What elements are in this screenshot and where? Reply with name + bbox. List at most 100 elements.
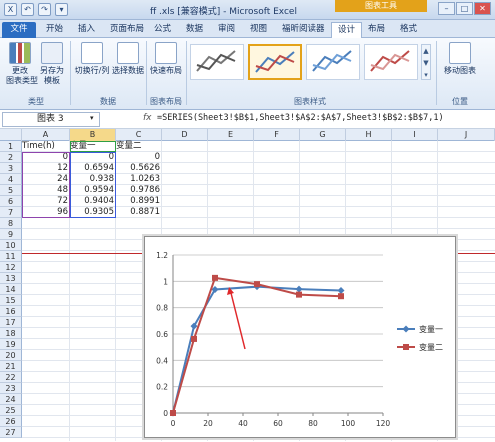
table-cell[interactable]: 0.8871: [116, 207, 162, 218]
table-header-cell[interactable]: 变量二: [116, 141, 162, 152]
tab-formulas[interactable]: 公式: [148, 22, 177, 38]
row-header[interactable]: 5: [0, 185, 22, 196]
chart-style-option[interactable]: [364, 44, 418, 80]
close-button[interactable]: ✕: [474, 2, 491, 15]
move-chart-button[interactable]: 移动图表: [440, 42, 480, 76]
x-tick-label: 120: [376, 419, 391, 428]
name-box[interactable]: 图表 3: [2, 112, 100, 127]
row-header[interactable]: 13: [0, 273, 22, 284]
select-data-button[interactable]: 选择数据: [112, 42, 144, 76]
row-header[interactable]: 11: [0, 251, 22, 262]
tab-insert[interactable]: 插入: [72, 22, 101, 38]
column-header[interactable]: J: [438, 129, 495, 141]
table-cell[interactable]: 0.8991: [116, 196, 162, 207]
column-header[interactable]: F: [254, 129, 300, 141]
group-label-chart-styles: 图表样式: [294, 97, 326, 106]
change-chart-type-button[interactable]: 更改 图表类型: [6, 42, 38, 86]
row-header[interactable]: 26: [0, 416, 22, 427]
data-point: [212, 274, 218, 281]
row-header[interactable]: 18: [0, 328, 22, 339]
row-header[interactable]: 14: [0, 284, 22, 295]
table-cell[interactable]: 1.0263: [116, 174, 162, 185]
x-tick-label: 20: [203, 419, 213, 428]
tab-file[interactable]: 文件: [2, 22, 36, 38]
y-tick-label: 0.8: [156, 304, 168, 313]
row-header[interactable]: 1: [0, 141, 22, 152]
tab-review[interactable]: 审阅: [212, 22, 241, 38]
customize-qat-icon[interactable]: ▾: [55, 3, 68, 16]
column-header[interactable]: E: [208, 129, 254, 141]
row-header[interactable]: 15: [0, 295, 22, 306]
row-header[interactable]: 3: [0, 163, 22, 174]
quick-access-toolbar: X ↶ ↷ ▾: [4, 3, 68, 16]
select-all-corner[interactable]: [0, 129, 22, 141]
tab-page-layout[interactable]: 页面布局: [104, 22, 150, 38]
data-point: [191, 335, 197, 342]
row-header[interactable]: 10: [0, 240, 22, 251]
switch-row-column-button[interactable]: 切换行/列: [73, 42, 111, 76]
table-cell[interactable]: 0: [116, 152, 162, 163]
line-chart[interactable]: 0 0.2 0.4 0.6 0.8 1 1.2 0 20 40 60 80 100 120 变量一 变量二: [144, 236, 456, 438]
maximize-button[interactable]: □: [456, 2, 473, 15]
table-header-cell[interactable]: Time(h): [22, 141, 70, 152]
redo-icon[interactable]: ↷: [38, 3, 51, 16]
row-header[interactable]: 22: [0, 372, 22, 383]
table-cell[interactable]: 0.5626: [116, 163, 162, 174]
excel-app-icon[interactable]: X: [4, 3, 17, 16]
tab-design[interactable]: 设计: [331, 22, 363, 38]
column-header[interactable]: D: [162, 129, 208, 141]
tab-home[interactable]: 开始: [40, 22, 69, 38]
data-point: [337, 286, 345, 294]
quick-layout-button[interactable]: 快速布局: [149, 42, 183, 76]
insert-function-icon[interactable]: fx: [143, 113, 152, 123]
quick-layout-label: 快速布局: [150, 66, 182, 75]
column-header[interactable]: H: [346, 129, 392, 141]
row-header[interactable]: 21: [0, 361, 22, 372]
tab-foxit-reader[interactable]: 福昕阅读器: [276, 22, 331, 38]
group-label-data: 数据: [100, 97, 116, 106]
row-header[interactable]: 6: [0, 196, 22, 207]
series-name-highlight: [70, 141, 116, 152]
save-as-template-button[interactable]: 另存为 模板: [38, 42, 66, 86]
row-header[interactable]: 27: [0, 427, 22, 438]
legend-marker: [403, 344, 409, 350]
row-header[interactable]: 7: [0, 207, 22, 218]
column-header[interactable]: B: [70, 129, 116, 141]
row-header[interactable]: 19: [0, 339, 22, 350]
name-box-dropdown-icon[interactable]: ▾: [90, 114, 94, 122]
column-header[interactable]: C: [116, 129, 162, 141]
chart-style-option-selected[interactable]: [248, 44, 302, 80]
chart-style-option[interactable]: [306, 44, 360, 80]
minimize-button[interactable]: –: [438, 2, 455, 15]
row-header[interactable]: 2: [0, 152, 22, 163]
undo-icon[interactable]: ↶: [21, 3, 34, 16]
tab-format[interactable]: 格式: [394, 22, 423, 38]
row-header[interactable]: 25: [0, 405, 22, 416]
data-point: [296, 291, 302, 298]
tab-view[interactable]: 视图: [244, 22, 273, 38]
column-header[interactable]: I: [392, 129, 438, 141]
styles-scroll-icon[interactable]: ▲ ▼ ▾: [421, 44, 431, 80]
column-header[interactable]: A: [22, 129, 70, 141]
row-header[interactable]: 12: [0, 262, 22, 273]
legend-marker: [402, 325, 410, 333]
row-header[interactable]: 23: [0, 383, 22, 394]
series-line-2: [172, 276, 342, 414]
row-header[interactable]: 24: [0, 394, 22, 405]
legend-label: 变量二: [419, 342, 443, 352]
table-cell[interactable]: 0.9786: [116, 185, 162, 196]
row-header[interactable]: 17: [0, 317, 22, 328]
x-tick-label: 0: [171, 419, 176, 428]
row-header[interactable]: 9: [0, 229, 22, 240]
column-header[interactable]: G: [300, 129, 346, 141]
formula-input[interactable]: =SERIES(Sheet3!$B$1,Sheet3!$A$2:$A$7,She…: [157, 113, 444, 123]
title-bar: X ↶ ↷ ▾ ff .xls [兼容模式] - Microsoft Excel…: [0, 0, 495, 20]
row-header[interactable]: 8: [0, 218, 22, 229]
row-header[interactable]: 20: [0, 350, 22, 361]
row-header[interactable]: 4: [0, 174, 22, 185]
chart-style-option[interactable]: [190, 44, 244, 80]
tab-layout[interactable]: 布局: [362, 22, 391, 38]
switch-row-column-icon: [81, 42, 103, 64]
tab-data[interactable]: 数据: [180, 22, 209, 38]
row-header[interactable]: 16: [0, 306, 22, 317]
